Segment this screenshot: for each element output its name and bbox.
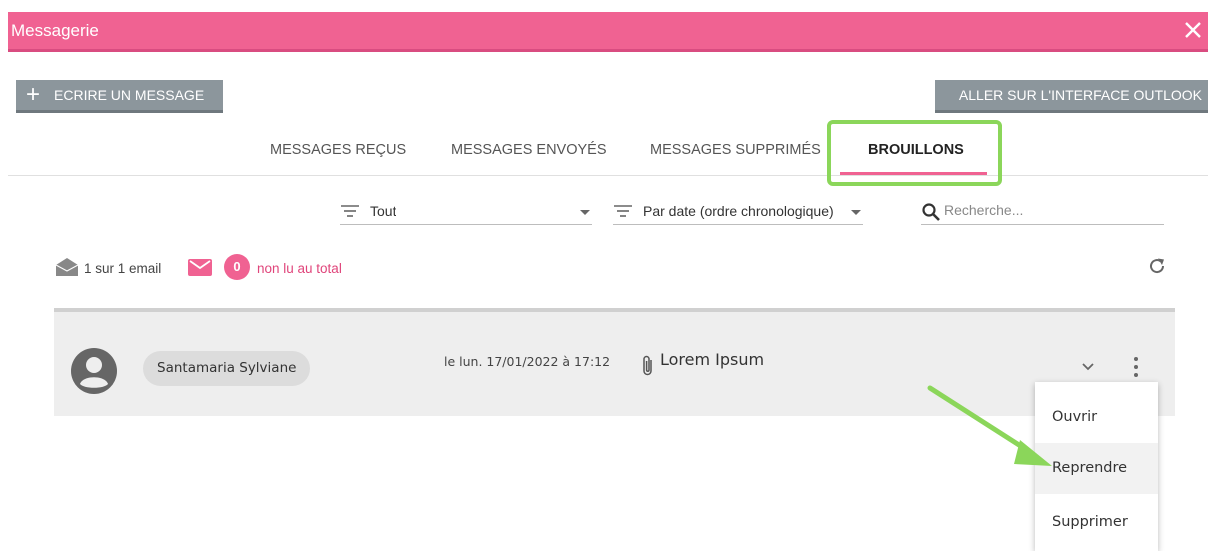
open-envelope-icon <box>55 258 79 276</box>
sort-icon <box>614 205 632 217</box>
unread-count-badge: 0 <box>224 254 250 280</box>
write-message-button[interactable]: + ECRIRE UN MESSAGE <box>16 80 223 113</box>
attachment-icon <box>643 355 652 376</box>
filter-icon <box>341 205 359 217</box>
mail-icon <box>188 259 212 276</box>
sort-filter-select[interactable]: Par date (ordre chronologique) <box>613 200 863 225</box>
total-count-text: 1 sur 1 email <box>84 261 162 276</box>
search-box <box>921 198 1164 225</box>
plus-icon: + <box>26 81 41 108</box>
caret-down-icon <box>580 210 590 215</box>
avatar-icon <box>71 348 117 394</box>
drafts-tab-highlight <box>827 120 1002 186</box>
message-row[interactable]: Santamaria Sylviane le lun. 17/01/2022 à… <box>54 308 1175 416</box>
mailbox-tabs: MESSAGES REÇUS MESSAGES ENVOYÉS MESSAGES… <box>8 118 1208 176</box>
more-options-icon[interactable] <box>1133 356 1139 378</box>
menu-item-delete[interactable]: Supprimer <box>1035 497 1158 548</box>
close-icon[interactable] <box>1180 17 1206 43</box>
write-message-label: ECRIRE UN MESSAGE <box>54 87 205 103</box>
search-input[interactable] <box>944 198 1159 222</box>
caret-down-icon <box>851 210 861 215</box>
message-context-menu: Ouvrir Reprendre Supprimer <box>1035 382 1158 551</box>
tab-received[interactable]: MESSAGES REÇUS <box>270 142 406 158</box>
outlook-interface-label: ALLER SUR L'INTERFACE OUTLOOK <box>958 87 1202 103</box>
sort-filter-value: Par date (ordre chronologique) <box>643 203 834 219</box>
type-filter-select[interactable]: Tout <box>340 200 592 225</box>
type-filter-value: Tout <box>370 203 397 219</box>
tab-sent[interactable]: MESSAGES ENVOYÉS <box>451 142 607 158</box>
message-subject: Lorem Ipsum <box>660 350 765 369</box>
refresh-icon[interactable] <box>1147 256 1167 276</box>
search-icon <box>922 203 940 221</box>
messagerie-window: Messagerie + ECRIRE UN MESSAGE ALLER SUR… <box>0 0 1208 551</box>
message-date: le lun. 17/01/2022 à 17:12 <box>444 354 611 369</box>
menu-item-resume[interactable]: Reprendre <box>1035 443 1158 494</box>
sender-chip: Santamaria Sylviane <box>143 351 311 386</box>
window-title: Messagerie <box>11 21 99 40</box>
chevron-down-icon[interactable] <box>1081 362 1095 372</box>
outlook-interface-button[interactable]: ALLER SUR L'INTERFACE OUTLOOK <box>935 80 1208 113</box>
title-bar: Messagerie <box>8 12 1208 52</box>
unread-text: non lu au total <box>257 261 342 276</box>
tab-deleted[interactable]: MESSAGES SUPPRIMÉS <box>650 142 821 158</box>
menu-item-open[interactable]: Ouvrir <box>1035 392 1158 443</box>
